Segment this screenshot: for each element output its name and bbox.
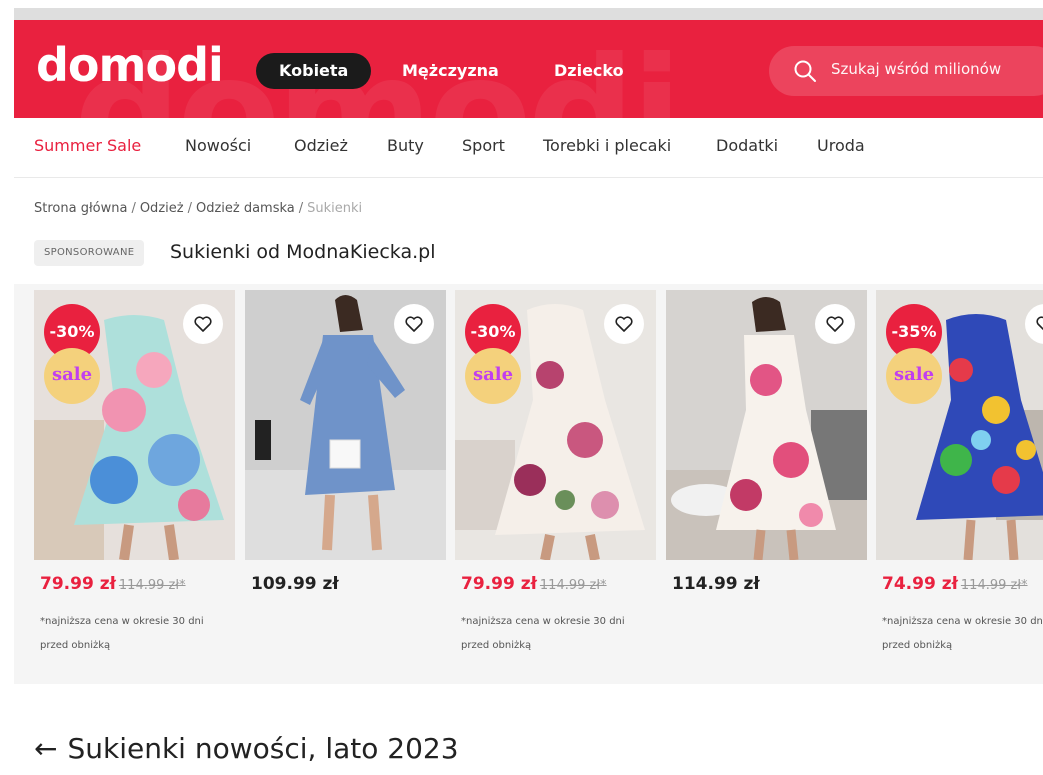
price-note: *najniższa cena w okresie 30 dni przed ob…	[461, 610, 656, 658]
old-price: 114.99 zł*	[539, 578, 607, 593]
tab-kobieta[interactable]: Kobieta	[256, 53, 372, 89]
breadcrumb-current: Sukienki	[307, 201, 363, 216]
breadcrumb-separator: /	[298, 201, 304, 216]
category-summer-sale[interactable]: Summer Sale	[34, 136, 141, 155]
heart-icon	[615, 316, 633, 332]
product-image[interactable]: -30% sale	[34, 290, 235, 560]
category-torebki[interactable]: Torebki i plecaki	[543, 136, 671, 155]
product-card[interactable]: 109.99 zł	[245, 284, 446, 684]
sale-badge: sale	[886, 348, 942, 404]
heart-icon	[194, 316, 212, 332]
product-image[interactable]	[245, 290, 446, 560]
category-nav: Summer Sale Nowości Odzież Buty Sport To…	[14, 118, 1043, 178]
category-sport[interactable]: Sport	[462, 136, 505, 155]
back-arrow-icon[interactable]: ←	[34, 732, 57, 765]
current-price: 79.99 zł	[461, 574, 537, 594]
heart-icon	[826, 316, 844, 332]
heart-icon	[1036, 316, 1043, 331]
old-price: 114.99 zł*	[118, 578, 186, 593]
tab-dziecko[interactable]: Dziecko	[554, 53, 624, 89]
category-dodatki[interactable]: Dodatki	[716, 136, 778, 155]
product-image[interactable]: -30% sale	[455, 290, 656, 560]
category-nowosci[interactable]: Nowości	[185, 136, 251, 155]
breadcrumb-separator: /	[187, 201, 192, 216]
current-price: 74.99 zł	[882, 574, 958, 594]
price-note-line: przed obniżką	[461, 640, 532, 651]
category-buty[interactable]: Buty	[387, 136, 424, 155]
price-note-line: *najniższa cena w okresie 30 dni	[882, 616, 1043, 627]
breadcrumb-separator: /	[131, 201, 136, 216]
product-card[interactable]: -35% sale 74.99 zł 114.99 zł* *najniższa …	[876, 284, 1043, 684]
product-carousel: -30% sale 79.99 zł 114.99 zł* *najniższa …	[14, 284, 1043, 684]
favorite-button[interactable]	[604, 304, 644, 344]
product-card[interactable]: -30% sale 79.99 zł 114.99 zł* *najniższa …	[455, 284, 656, 684]
sponsored-title[interactable]: Sukienki od ModnaKiecka.pl	[170, 241, 436, 263]
product-card[interactable]: -30% sale 79.99 zł 114.99 zł* *najniższa …	[34, 284, 235, 684]
heart-icon	[405, 316, 423, 332]
breadcrumb-home[interactable]: Strona główna	[34, 201, 127, 216]
breadcrumb: Strona główna / Odzież / Odzież damska / Sukie…	[34, 201, 362, 216]
product-price: 79.99 zł 114.99 zł*	[461, 574, 607, 594]
sale-badge: sale	[44, 348, 100, 404]
product-price: 74.99 zł 114.99 zł*	[882, 574, 1028, 594]
price-note-line: *najniższa cena w okresie 30 dni	[40, 616, 204, 627]
price-note-line: przed obniżką	[40, 640, 111, 651]
search-icon	[794, 60, 816, 82]
price-note-line: *najniższa cena w okresie 30 dni	[461, 616, 625, 627]
favorite-button[interactable]	[815, 304, 855, 344]
product-price: 79.99 zł 114.99 zł*	[40, 574, 186, 594]
breadcrumb-odziez-damska[interactable]: Odzież damska	[196, 201, 295, 216]
product-image[interactable]: -35% sale	[876, 290, 1043, 560]
favorite-button[interactable]	[394, 304, 434, 344]
site-header: domodi domodi Kobieta Mężczyzna Dziecko …	[14, 20, 1043, 118]
search-input[interactable]: Szukaj wśród milionów	[831, 60, 1001, 78]
price-note: *najniższa cena w okresie 30 dni przed ob…	[882, 610, 1043, 658]
current-price: 109.99 zł	[251, 574, 339, 594]
current-price: 114.99 zł	[672, 574, 760, 594]
sale-badge: sale	[465, 348, 521, 404]
site-logo[interactable]: domodi	[36, 42, 224, 88]
favorite-button[interactable]	[183, 304, 223, 344]
product-card[interactable]: 114.99 zł	[666, 284, 867, 684]
price-note-line: przed obniżką	[882, 640, 953, 651]
section-title: ← Sukienki nowości, lato 2023	[34, 732, 459, 765]
section-title-text: Sukienki nowości, lato 2023	[67, 732, 459, 765]
search-bar[interactable]: Szukaj wśród milionów	[769, 46, 1043, 96]
old-price: 114.99 zł*	[960, 578, 1028, 593]
product-price: 109.99 zł	[251, 574, 339, 594]
tab-mezczyzna[interactable]: Mężczyzna	[402, 53, 499, 89]
page-top-strip	[0, 0, 1043, 8]
current-price: 79.99 zł	[40, 574, 116, 594]
category-odziez[interactable]: Odzież	[294, 136, 348, 155]
category-uroda[interactable]: Uroda	[817, 136, 865, 155]
price-note: *najniższa cena w okresie 30 dni przed ob…	[40, 610, 235, 658]
product-price: 114.99 zł	[672, 574, 760, 594]
product-image[interactable]	[666, 290, 867, 560]
breadcrumb-odziez[interactable]: Odzież	[140, 201, 184, 216]
sponsored-badge: SPONSOROWANE	[34, 240, 145, 266]
browser-gap	[14, 8, 1043, 20]
